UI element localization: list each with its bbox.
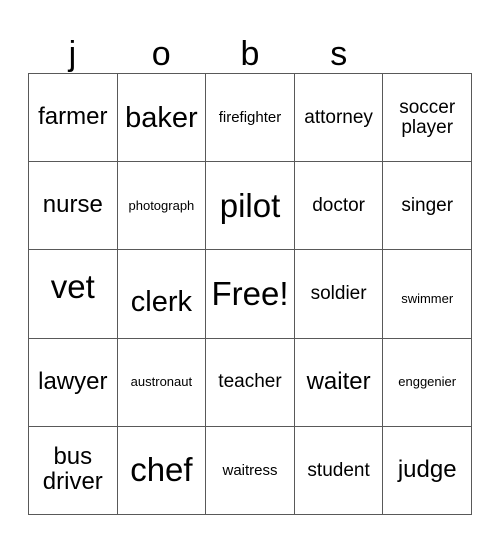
bingo-cell-label: soldier [310, 283, 367, 305]
bingo-cell[interactable]: bus driver [29, 426, 118, 515]
bingo-cell-label: waitress [222, 461, 278, 479]
bingo-cell[interactable]: clerk [117, 250, 207, 339]
bingo-cell[interactable]: nurse [29, 162, 118, 251]
bingo-cell-label: chef [130, 451, 193, 489]
bingo-cell[interactable]: baker [117, 74, 207, 163]
bingo-cell-label: waiter [306, 367, 371, 395]
bingo-cell[interactable]: farmer [29, 74, 118, 163]
bingo-cell-label: pilot [219, 186, 281, 224]
bingo-cell-label: teacher [218, 371, 282, 393]
bingo-grid: farmer baker firefighter attorney soccer pla… [28, 73, 472, 515]
bingo-cell-label: Free! [211, 274, 289, 312]
bingo-cell[interactable]: enggenier [383, 338, 472, 427]
bingo-cell[interactable]: austronaut [117, 338, 207, 427]
bingo-cell-label: firefighter [218, 108, 282, 126]
header-letter-4: s [294, 22, 383, 73]
bingo-cell[interactable]: firefighter [206, 74, 295, 163]
bingo-cell-label: singer [401, 194, 454, 216]
header-letter-3-text: b [240, 35, 260, 73]
header-letter-5 [383, 22, 472, 73]
bingo-cell-label: enggenier [398, 374, 457, 390]
bingo-cell[interactable]: photograph [117, 162, 207, 251]
bingo-cell[interactable]: doctor [294, 162, 384, 251]
bingo-header: j o b s [28, 22, 472, 73]
bingo-cell-label: lawyer [38, 367, 108, 395]
bingo-cell-label: attorney [304, 106, 373, 128]
bingo-cell[interactable]: chef [117, 426, 207, 515]
bingo-cell-label: vet [50, 267, 95, 305]
bingo-cell-label: judge [397, 455, 457, 483]
bingo-cell[interactable]: Free! [206, 250, 295, 339]
bingo-cell[interactable]: student [294, 426, 384, 515]
bingo-cell[interactable]: teacher [206, 338, 295, 427]
bingo-cell-label: bus driver [42, 443, 103, 496]
bingo-cell-label: student [307, 459, 370, 481]
bingo-cell-label: photograph [128, 198, 195, 214]
header-letter-1-text: j [68, 35, 77, 73]
bingo-card: j o b s farmer baker firefighter attorney so… [0, 0, 500, 544]
bingo-cell[interactable]: attorney [294, 74, 384, 163]
header-letter-2-text: o [151, 35, 171, 73]
header-letter-4-text: s [330, 35, 348, 73]
bingo-cell[interactable]: waitress [206, 426, 295, 515]
bingo-cell-label: baker [125, 101, 198, 134]
bingo-cell[interactable]: pilot [206, 162, 295, 251]
header-letter-3: b [206, 22, 295, 73]
bingo-cell[interactable]: judge [383, 426, 472, 515]
bingo-cell[interactable]: soldier [294, 250, 384, 339]
bingo-cell[interactable]: lawyer [29, 338, 118, 427]
bingo-cell-label: doctor [312, 194, 365, 216]
bingo-cell[interactable]: swimmer [383, 250, 472, 339]
bingo-cell-label: austronaut [130, 374, 193, 390]
bingo-cell[interactable]: soccer player [383, 74, 472, 163]
bingo-cell-label: swimmer [401, 291, 454, 307]
header-letter-1: j [28, 22, 117, 73]
bingo-cell[interactable]: vet [29, 250, 118, 339]
header-letter-2: o [117, 22, 206, 73]
bingo-cell[interactable]: waiter [294, 338, 384, 427]
bingo-cell-label: nurse [42, 191, 103, 219]
bingo-cell-label: soccer player [399, 96, 456, 138]
bingo-cell[interactable]: singer [383, 162, 472, 251]
bingo-cell-label: clerk [130, 285, 192, 318]
bingo-cell-label: farmer [38, 103, 108, 131]
